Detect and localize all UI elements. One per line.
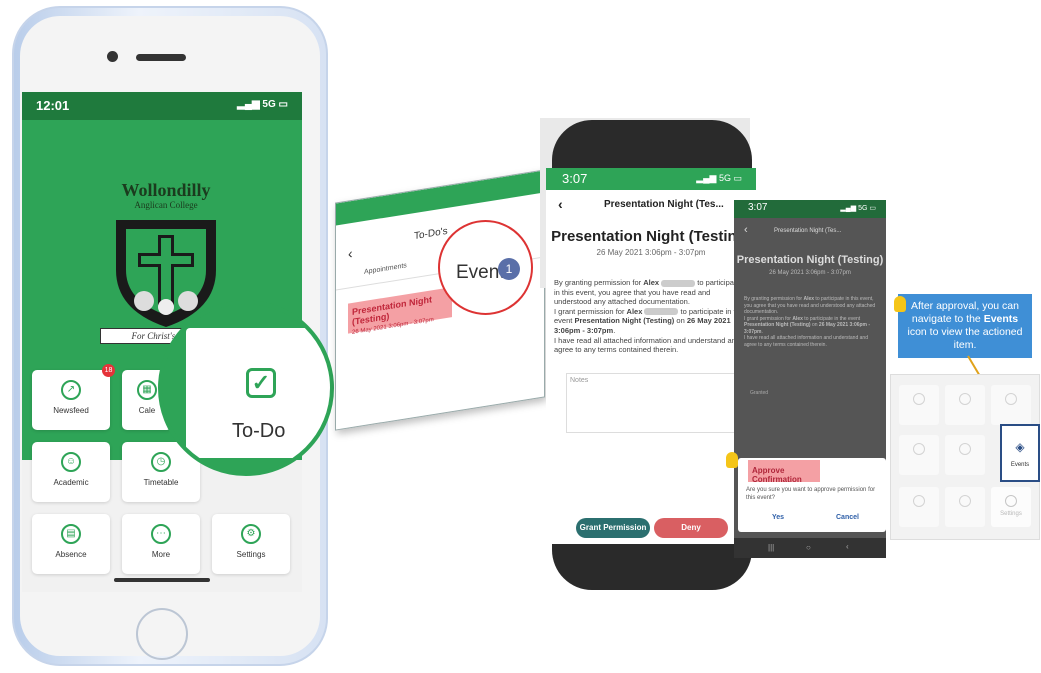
more-icon: ⋯ — [151, 524, 171, 544]
gear-icon — [1005, 495, 1017, 507]
tile-label: Cale — [138, 406, 156, 415]
grant-permission-button[interactable]: Grant Permission — [576, 518, 650, 538]
clock-icon: ◷ — [151, 452, 171, 472]
dialog-title: Approve Confirmation — [748, 460, 820, 484]
ticket-icon: ◈ — [1015, 440, 1025, 454]
status-bar: 3:07 ▂▄▆ 5G ▭ — [734, 200, 886, 218]
status-bar: 12:01 ▂▄▆ 5G ▭ — [22, 92, 302, 120]
home-icon[interactable]: ○ — [806, 543, 811, 552]
tile-label: Absence — [55, 550, 87, 559]
academic-icon: ☺ — [61, 452, 81, 472]
grid-tile[interactable] — [899, 487, 939, 527]
yes-button[interactable]: Yes — [772, 514, 784, 521]
recents-icon[interactable]: ||| — [768, 543, 774, 552]
events-tile-label: Events — [1010, 462, 1030, 468]
lightbulb-icon — [894, 296, 906, 312]
tile-academic[interactable]: ☺ Academic — [32, 442, 110, 502]
tile-label: Academic — [53, 478, 89, 487]
toolbar — [336, 170, 545, 226]
tile-label: Timetable — [143, 478, 179, 487]
tile-label: Settings — [236, 550, 266, 559]
event-title: Presentation Night (Testing) — [551, 228, 751, 245]
grid-tile-events[interactable]: ◈ Events — [1000, 424, 1040, 482]
grid-tile[interactable] — [899, 385, 939, 425]
event-date: 26 May 2021 3:06pm - 3:07pm — [596, 248, 706, 257]
grid-tile[interactable] — [945, 385, 985, 425]
camera-icon — [107, 51, 118, 62]
deny-button[interactable]: Deny — [654, 518, 728, 538]
instruction-callout: After approval, you can navigate to the … — [898, 294, 1032, 358]
status-time: 12:01 — [36, 98, 70, 113]
permission-text: By granting permission for Alex to parti… — [744, 296, 876, 348]
gear-icon: ⚙ — [241, 524, 261, 544]
trend-icon: ↗ — [61, 380, 81, 400]
notification-badge: 18 — [102, 364, 115, 377]
dialog-message: Are you sure you want to approve permiss… — [746, 487, 876, 501]
signal-indicator: ▂▄▆ 5G ▭ — [840, 205, 876, 212]
back-icon[interactable]: ‹ — [846, 542, 849, 551]
screen-header: ‹ Presentation Night (Tes... — [546, 190, 756, 218]
header-title: Presentation Night (Tes... — [774, 228, 842, 234]
calendar-icon: ▦ — [137, 380, 157, 400]
tile-label: More — [151, 550, 171, 559]
status-bar: 3:07 ▂▄▆ 5G ▭ — [546, 168, 756, 190]
grid-tile[interactable] — [945, 435, 985, 475]
tile-todo[interactable]: ✓ To-Do — [186, 328, 330, 458]
status-time: 3:07 — [562, 171, 588, 186]
phone-screen-2: 3:07 ▂▄▆ 5G ▭ ‹ Presentation Night (Tes.… — [546, 168, 756, 544]
back-arrow-icon[interactable]: ‹ — [744, 224, 748, 236]
school-name: Wollondilly — [121, 180, 211, 200]
speaker-icon — [136, 54, 186, 61]
grid-tile[interactable] — [899, 435, 939, 475]
todo-magnifier: ✓ To-Do — [158, 300, 334, 476]
notes-field[interactable]: Notes — [566, 373, 736, 433]
checkbox-icon: ✓ — [246, 368, 276, 398]
grid-tile-settings[interactable]: Settings — [991, 487, 1031, 527]
permission-text: By granting permission for Alex to parti… — [554, 278, 744, 355]
tab-appointments[interactable]: Appointments — [364, 262, 407, 276]
todo-list-item[interactable]: Presentation Night (Testing) 26 May 2021… — [348, 287, 452, 336]
todo-label: To-Do — [232, 420, 286, 442]
back-arrow-icon[interactable]: ‹ — [348, 245, 353, 262]
home-indicator — [114, 578, 210, 582]
grid-tile[interactable] — [945, 487, 985, 527]
android-nav-bar: ||| ○ ‹ — [734, 538, 886, 558]
lightbulb-icon — [726, 452, 738, 468]
back-arrow-icon[interactable]: ‹ — [558, 196, 563, 212]
events-count-badge: 1 — [498, 258, 520, 280]
signal-indicator: ▂▄▆ 5G ▭ — [696, 173, 742, 183]
todo-title: To-Do's — [414, 225, 448, 243]
granted-note: Granted — [750, 390, 769, 396]
event-title: Presentation Night (Testing) — [736, 254, 884, 266]
tile-label: Newsfeed — [53, 406, 89, 415]
event-date: 26 May 2021 3:06pm - 3:07pm — [769, 270, 851, 276]
cancel-button[interactable]: Cancel — [836, 514, 859, 521]
document-icon: ▤ — [61, 524, 81, 544]
grid-tile[interactable] — [991, 385, 1031, 425]
tile-newsfeed[interactable]: ↗ Newsfeed — [32, 370, 110, 430]
tile-more[interactable]: ⋯ More — [122, 514, 200, 574]
tile-absence[interactable]: ▤ Absence — [32, 514, 110, 574]
home-button[interactable] — [136, 608, 188, 660]
school-subtitle: Anglican College — [134, 200, 198, 210]
status-time: 3:07 — [748, 202, 768, 213]
signal-indicator: ▂▄▆ 5G ▭ — [237, 99, 288, 110]
header-title: Presentation Night (Tes... — [604, 199, 724, 210]
tile-settings[interactable]: ⚙ Settings — [212, 514, 290, 574]
